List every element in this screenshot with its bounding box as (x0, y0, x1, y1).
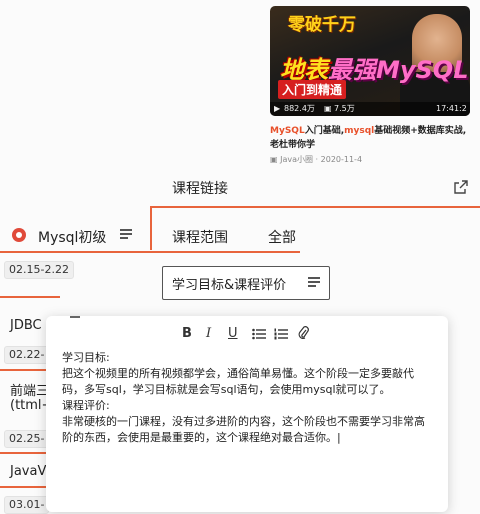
italic-button[interactable]: I (206, 326, 211, 341)
notes-editor-popup[interactable]: B I U 学习目标: 把这个视频里的所有视频都学会，通俗简单易懂。这个阶段一定… (46, 316, 448, 512)
date-pill-4: 03.01- (4, 496, 50, 514)
scope-value[interactable]: 全部 (268, 227, 296, 247)
duration: 17:41:2 (436, 104, 467, 113)
uploader-icon: ▣ (270, 155, 278, 164)
side-connector-3 (0, 452, 48, 454)
mindmap-connector-mid (0, 251, 300, 253)
side-connector-4 (0, 486, 48, 488)
course-link-title: 课程链接 (172, 181, 228, 197)
play-icon: ▶ (274, 104, 281, 113)
bold-button[interactable]: B (182, 326, 192, 341)
numbered-list-icon[interactable] (274, 328, 288, 340)
goal-node-label: 学习目标&课程评价 (172, 278, 287, 293)
drag-handle[interactable] (70, 316, 80, 318)
video-thumbnail[interactable]: 零破千万 地表最强MySQL 入门到精通 ▶ 882.4万 ▣ 7.5万 17:… (270, 6, 470, 116)
danmaku-count: 7.5万 (334, 104, 355, 113)
mysql-node-icon (12, 228, 26, 242)
video-author-date: ▣ Java小圈 · 2020-11-4 (270, 154, 362, 165)
date-pill-1: 02.15-2.22 (4, 261, 74, 279)
thumb-red-banner: 入门到精通 (278, 80, 347, 99)
date-pill-3: 02.25- (4, 430, 50, 448)
date-pill-2: 02.22- (4, 346, 50, 364)
editor-line-eval-text: 非常硬核的一门课程，没有过多进阶的内容，这个阶段也不需要学习非常高阶的东西，会使… (62, 415, 425, 444)
title-highlight-1: MySQL (270, 126, 305, 136)
scope-label: 课程范围 (172, 230, 228, 246)
thumb-stats-bar: ▶ 882.4万 ▣ 7.5万 17:41:2 (270, 102, 470, 116)
underline-button[interactable]: U (228, 326, 238, 341)
editor-line-eval-heading: 课程评价: (62, 399, 110, 412)
editor-line-goal-text: 把这个视频里的所有视频都学会，通俗简单易懂。这个阶段一定多要敲代码，多写sql，… (62, 367, 414, 396)
mindmap-connector-vertical (150, 206, 152, 250)
view-count: 882.4万 (284, 104, 315, 113)
title-highlight-2: mysql (344, 126, 375, 136)
goal-notes-icon[interactable] (308, 277, 320, 289)
title-part-2: 入门基础, (304, 126, 345, 136)
editor-line-goal-heading: 学习目标: (62, 351, 110, 364)
thumb-big-text-b: 最强MySQL (328, 56, 469, 84)
mysql-node-label[interactable]: Mysql初级 (38, 227, 106, 247)
side-item-java[interactable]: JavaV (10, 464, 46, 479)
video-title[interactable]: MySQL入门基础,mysql基础视频+数据库实战,老杜带你学 (270, 124, 470, 152)
thumb-top-text: 零破千万 (288, 15, 356, 35)
editor-content[interactable]: 学习目标: 把这个视频里的所有视频都学会，通俗简单易懂。这个阶段一定多要敲代码，… (62, 350, 432, 446)
author-date-text: Java小圈 · 2020-11-4 (280, 155, 363, 164)
mindmap-connector-top (150, 206, 480, 208)
bullet-list-icon[interactable] (252, 328, 266, 340)
notes-menu-icon[interactable] (120, 229, 132, 241)
side-item-jdbc[interactable]: JDBC (10, 318, 42, 333)
side-connector-2 (0, 369, 48, 371)
attachment-icon[interactable] (298, 326, 310, 340)
side-connector-1 (0, 296, 60, 298)
external-link-icon[interactable] (454, 180, 468, 194)
danmaku-icon: ▣ (324, 104, 332, 113)
side-item-frontend[interactable]: 前端三 (10, 380, 49, 399)
